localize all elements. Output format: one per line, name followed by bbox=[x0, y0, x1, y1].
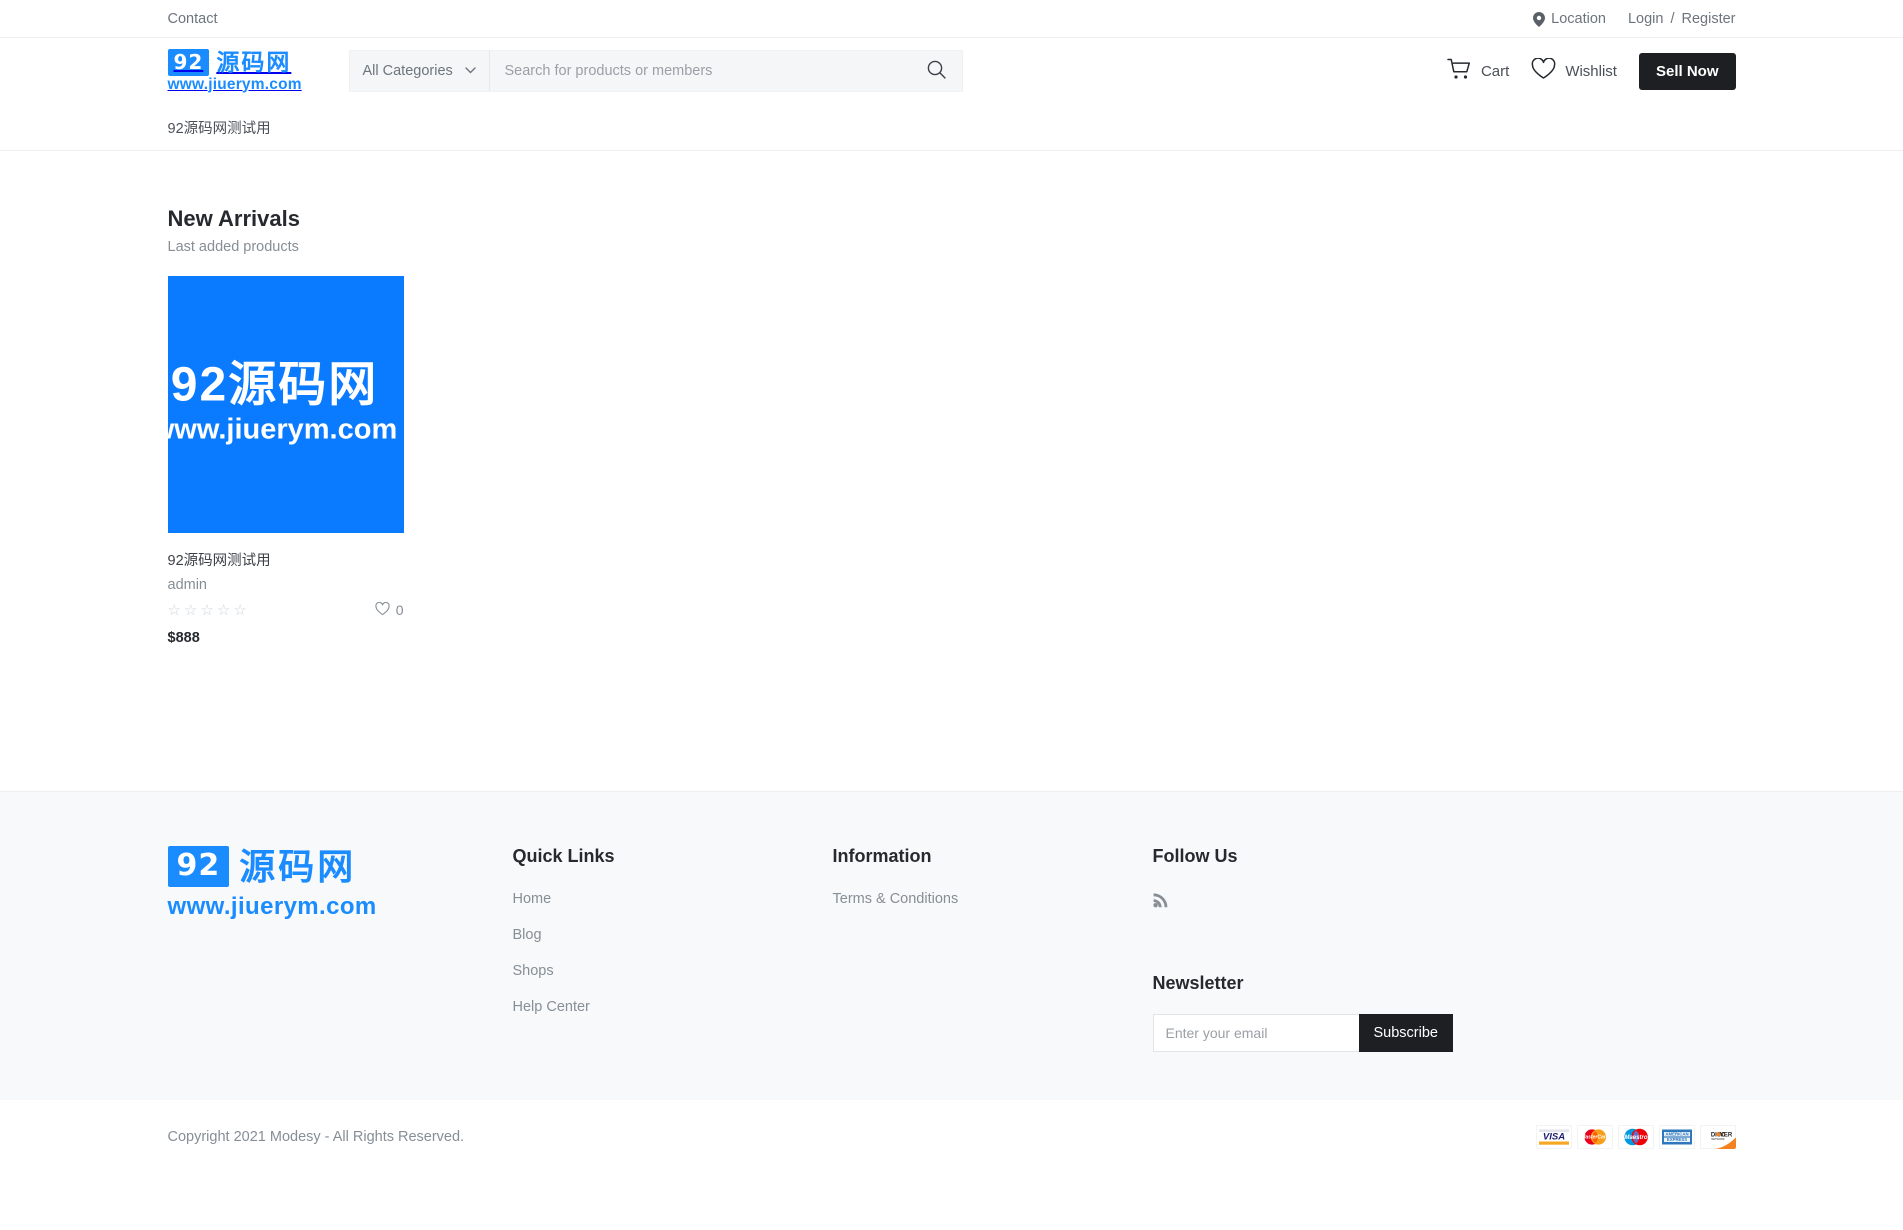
svg-text:Maestro: Maestro bbox=[1624, 1134, 1647, 1140]
svg-text:NETWORK: NETWORK bbox=[1711, 1137, 1725, 1141]
footer-logo-badge-92: 92 bbox=[167, 846, 230, 887]
location-label: Location bbox=[1551, 11, 1606, 27]
discover-icon: DISC VER NETWORK bbox=[1699, 1124, 1736, 1149]
auth-links: Login / Register bbox=[1628, 11, 1736, 27]
footer-follow-column: Follow Us Newsletter Subscribe bbox=[1152, 846, 1736, 1052]
search-icon bbox=[927, 60, 946, 82]
logo-url: www.jiuerym.com bbox=[167, 75, 302, 93]
heart-icon bbox=[1531, 57, 1556, 84]
product-seller[interactable]: admin bbox=[168, 577, 404, 593]
footer-link-help-center[interactable]: Help Center bbox=[513, 999, 833, 1015]
cart-link[interactable]: Cart bbox=[1447, 58, 1509, 84]
copyright-bar: Copyright 2021 Modesy - All Rights Reser… bbox=[0, 1100, 1903, 1173]
footer-logo-chinese-name: 源码网 bbox=[239, 845, 357, 887]
svg-text:EXPRESS: EXPRESS bbox=[1666, 1137, 1686, 1142]
american-express-icon: AMERICAN EXPRESS bbox=[1658, 1124, 1695, 1149]
product-meta-row: ☆ ☆ ☆ ☆ ☆ 0 bbox=[168, 601, 404, 619]
page-title: New Arrivals bbox=[167, 206, 300, 231]
top-bar: Contact Location Login / Register bbox=[0, 0, 1903, 38]
product-thumbnail-artwork: 92源码网 www.jiuerym.com bbox=[168, 360, 404, 447]
newsletter-form: Subscribe bbox=[1152, 1014, 1453, 1052]
copyright-text: Copyright 2021 Modesy - All Rights Reser… bbox=[167, 1128, 465, 1145]
auth-separator: / bbox=[1670, 11, 1675, 27]
star-icon: ☆ bbox=[233, 601, 247, 619]
logo-mark: 92 源码网 bbox=[167, 48, 331, 76]
product-like-count[interactable]: 0 bbox=[375, 601, 404, 619]
star-icon: ☆ bbox=[216, 601, 231, 619]
thumb-brand-text: 92源码网 bbox=[170, 358, 379, 412]
footer-information-column: Information Terms & Conditions bbox=[833, 846, 1153, 1052]
chevron-down-icon bbox=[464, 66, 476, 77]
footer-quick-links-heading: Quick Links bbox=[512, 846, 615, 866]
footer-link-home[interactable]: Home bbox=[513, 891, 833, 907]
logo-chinese-name: 源码网 bbox=[216, 48, 292, 75]
search-input[interactable] bbox=[504, 63, 921, 79]
header-actions: Cart Wishlist Sell Now bbox=[1447, 52, 1736, 90]
site-header: 92 源码网 www.jiuerym.com All Categories Se… bbox=[0, 38, 1903, 104]
wishlist-label: Wishlist bbox=[1565, 62, 1617, 80]
rating-stars: ☆ ☆ ☆ ☆ ☆ bbox=[168, 603, 247, 618]
topbar-right-group: Location Login / Register bbox=[1533, 11, 1736, 27]
site-footer: 92 源码网 www.jiuerym.com Quick Links Home … bbox=[0, 791, 1903, 1100]
footer-logo[interactable]: 92 源码网 www.jiuerym.com bbox=[167, 845, 377, 920]
category-select[interactable]: All Categories bbox=[350, 51, 490, 91]
product-card[interactable]: 92源码网 www.jiuerym.com 92源码网测试用 admin ☆ ☆… bbox=[167, 275, 404, 646]
product-grid: 92源码网 www.jiuerym.com 92源码网测试用 admin ☆ ☆… bbox=[167, 275, 1736, 646]
site-logo[interactable]: 92 源码网 www.jiuerym.com bbox=[167, 48, 331, 94]
footer-follow-heading: Follow Us bbox=[1152, 846, 1238, 866]
login-link[interactable]: Login bbox=[1628, 11, 1663, 27]
footer-quick-links-column: Quick Links Home Blog Shops Help Center bbox=[513, 846, 833, 1052]
cart-label: Cart bbox=[1480, 62, 1510, 80]
footer-link-shops[interactable]: Shops bbox=[513, 963, 833, 979]
page-subtitle: Last added products bbox=[167, 238, 299, 255]
footer-logo-url: www.jiuerym.com bbox=[167, 893, 377, 920]
like-count-label: 0 bbox=[395, 602, 404, 618]
footer-logo-mark: 92 源码网 bbox=[167, 845, 377, 887]
mastercard-icon: MasterCard bbox=[1576, 1124, 1613, 1149]
cart-icon bbox=[1447, 58, 1472, 84]
nav-item-0[interactable]: 92源码网测试用 bbox=[168, 117, 271, 138]
footer-information-heading: Information bbox=[832, 846, 932, 866]
footer-logo-column: 92 源码网 www.jiuerym.com bbox=[167, 845, 513, 1052]
newsletter-email-input[interactable] bbox=[1152, 1014, 1359, 1052]
sell-now-button[interactable]: Sell Now bbox=[1638, 52, 1736, 90]
category-select-value: All Categories bbox=[362, 63, 453, 79]
star-icon: ☆ bbox=[200, 601, 214, 619]
svg-text:AMERICAN: AMERICAN bbox=[1665, 1131, 1688, 1136]
social-links bbox=[1152, 891, 1736, 913]
logo-badge-92: 92 bbox=[167, 48, 210, 76]
footer-link-terms-conditions[interactable]: Terms & Conditions bbox=[833, 891, 1153, 907]
star-icon: ☆ bbox=[167, 601, 181, 619]
thumb-url-text: www.jiuerym.com bbox=[167, 413, 398, 446]
svg-text:VISA: VISA bbox=[1542, 1131, 1564, 1142]
wishlist-link[interactable]: Wishlist bbox=[1531, 57, 1617, 84]
heart-outline-icon bbox=[375, 601, 390, 619]
map-pin-icon bbox=[1533, 11, 1546, 27]
search-button[interactable] bbox=[921, 60, 952, 82]
maestro-icon: Maestro bbox=[1617, 1124, 1654, 1149]
product-thumbnail[interactable]: 92源码网 www.jiuerym.com bbox=[167, 275, 404, 533]
payment-methods: VISA MasterCard Maestro AMERICAN EXPRESS… bbox=[1535, 1124, 1736, 1149]
register-link[interactable]: Register bbox=[1682, 11, 1736, 27]
main-navigation: 92源码网测试用 bbox=[0, 104, 1903, 151]
topbar-contact-link[interactable]: Contact bbox=[168, 11, 218, 27]
newsletter-subscribe-button[interactable]: Subscribe bbox=[1358, 1014, 1453, 1052]
svg-text:MasterCard: MasterCard bbox=[1581, 1134, 1609, 1140]
visa-icon: VISA bbox=[1535, 1124, 1572, 1149]
rss-icon[interactable] bbox=[1152, 891, 1170, 913]
main-content: New Arrivals Last added products 92源码网 w… bbox=[0, 151, 1903, 791]
footer-link-blog[interactable]: Blog bbox=[513, 927, 833, 943]
star-icon: ☆ bbox=[183, 601, 198, 619]
location-link[interactable]: Location bbox=[1533, 11, 1606, 27]
search-bar: All Categories bbox=[348, 50, 963, 92]
product-title[interactable]: 92源码网测试用 bbox=[168, 549, 404, 570]
newsletter-heading: Newsletter bbox=[1152, 973, 1244, 993]
product-price: $888 bbox=[167, 629, 200, 646]
